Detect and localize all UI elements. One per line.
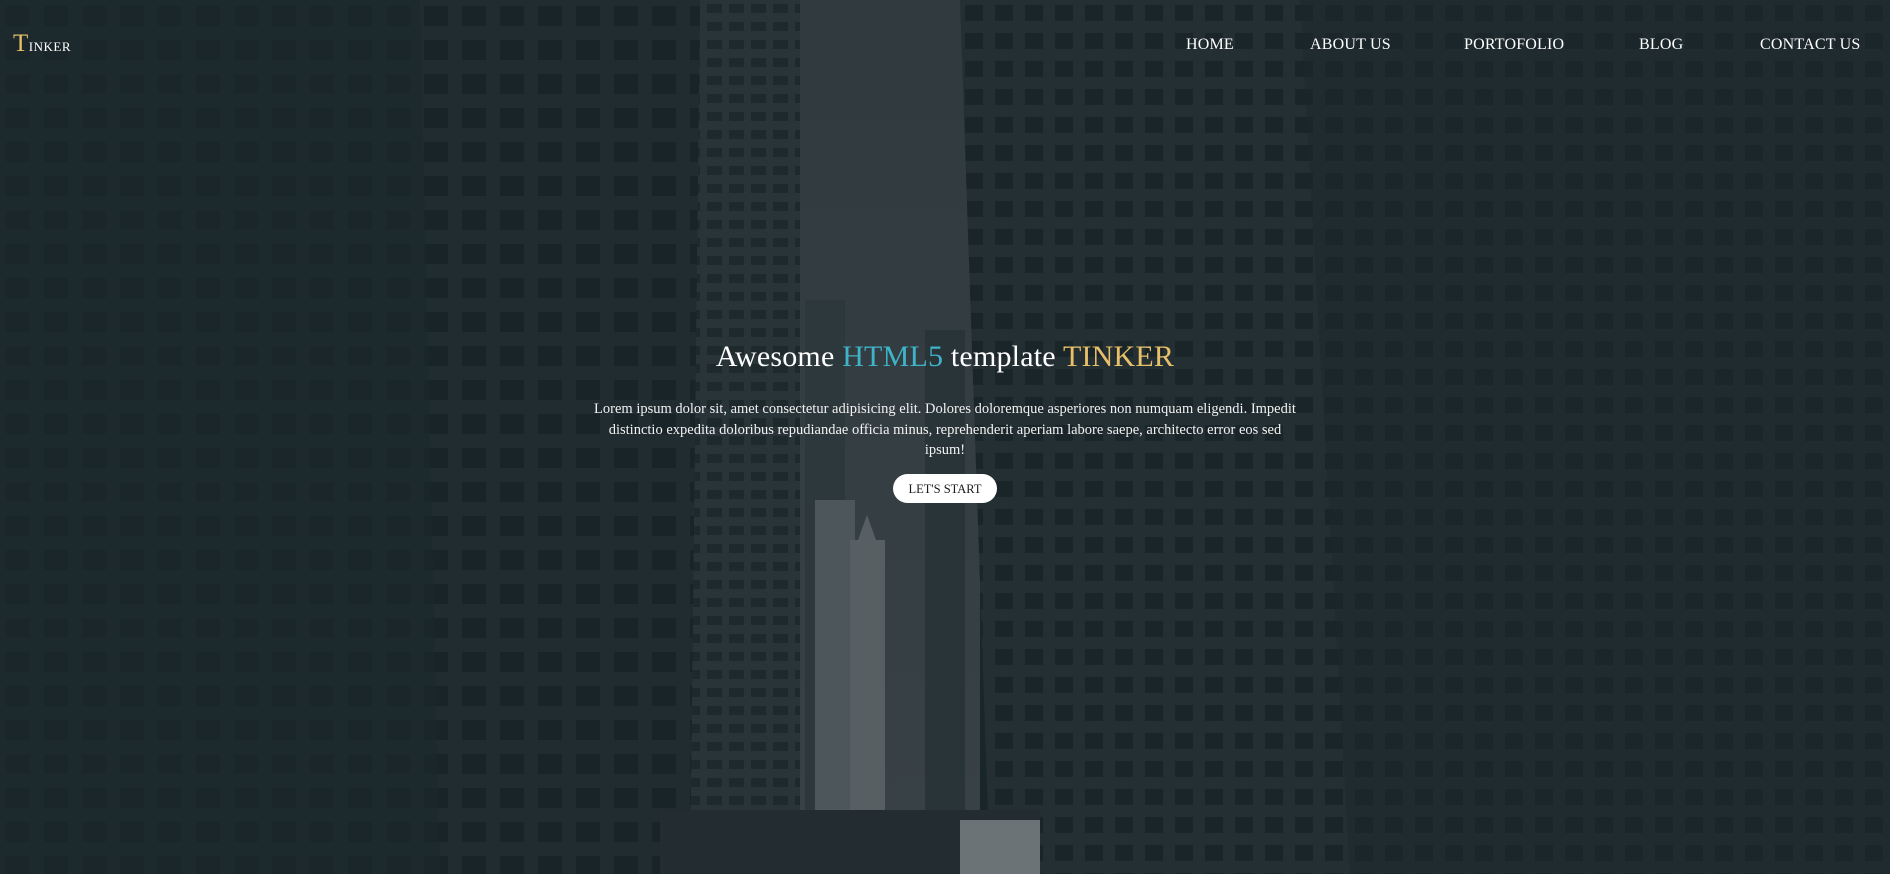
hero-description: Lorem ipsum dolor sit, amet consectetur … (594, 401, 1296, 458)
nav-link-portfolio[interactable]: PORTOFOLIO (1464, 36, 1564, 54)
nav-link-about-us[interactable]: ABOUT US (1310, 36, 1391, 54)
hero-title-part-1: Awesome (715, 340, 843, 373)
nav-link-contact-us[interactable]: CONTACT US (1760, 36, 1860, 54)
hero-title-part-3: template (943, 340, 1063, 373)
nav-link-home[interactable]: HOME (1186, 36, 1234, 54)
main-nav: HOME ABOUT US PORTOFOLIO BLOG CONTACT US (0, 36, 1890, 56)
nav-link-blog[interactable]: BLOG (1639, 36, 1683, 54)
hero-title-tinker: TINKER (1062, 340, 1175, 373)
hero-section: Awesome HTML5 template TINKER Lorem ipsu… (0, 336, 1890, 503)
lets-start-button[interactable]: LET'S START (893, 473, 997, 503)
hero-title-html5: HTML5 (842, 340, 944, 373)
top-navbar: Tinker HOME ABOUT US PORTOFOLIO BLOG CON… (0, 0, 1890, 90)
hero-title: Awesome HTML5 template TINKER (0, 336, 1890, 378)
